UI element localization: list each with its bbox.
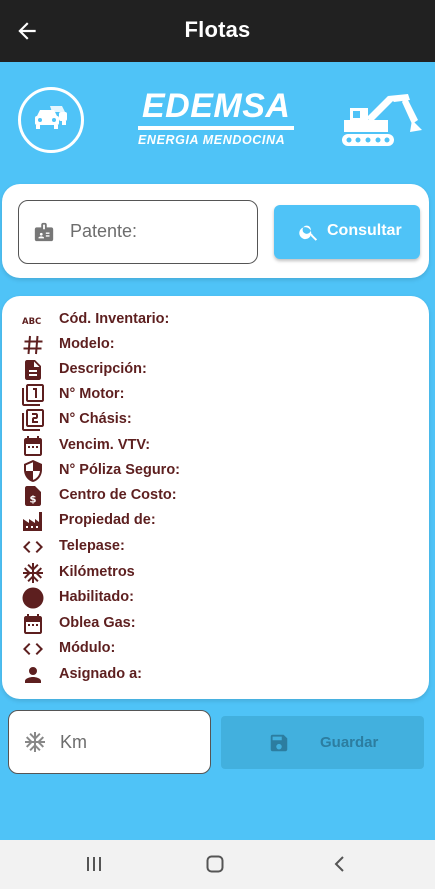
consultar-button[interactable]: Consultar	[274, 205, 420, 259]
km-placeholder: Km	[60, 732, 87, 752]
detail-label: Cód. Inventario:	[59, 311, 170, 327]
logo-divider	[138, 126, 294, 130]
person-icon	[25, 667, 41, 683]
patente-input[interactable]: Patente:	[18, 200, 258, 264]
detail-label: Propiedad de:	[59, 512, 156, 528]
detail-label: Kilómetros	[59, 564, 135, 580]
code-icon	[23, 643, 43, 655]
svg-text:$: $	[30, 495, 37, 506]
logo-sub-text: ENERGIA MENDOCINA	[138, 133, 286, 147]
code-icon	[23, 541, 43, 553]
detail-row-telepase: Telepase:	[2, 534, 422, 559]
filter-2-icon	[22, 409, 44, 431]
detail-row-oblea-gas: Oblea Gas:	[2, 611, 422, 636]
header-banner: EDEMSA ENERGIA MENDOCINA	[0, 62, 435, 182]
detail-row-vtv: Vencim. VTV:	[2, 433, 422, 458]
app-bar: Flotas	[0, 0, 435, 62]
shield-icon	[24, 460, 42, 482]
guardar-label: Guardar	[320, 734, 379, 751]
detail-row-kilometros: Kilómetros	[2, 560, 422, 585]
detail-row-cod-inventario: ABC Cód. Inventario:	[2, 307, 422, 332]
detail-row-motor: N° Motor:	[2, 382, 422, 407]
detail-row-asignado: Asignado a:	[2, 662, 422, 687]
detail-row-habilitado: Habilitado:	[2, 585, 422, 610]
logo-main-text: EDEMSA	[142, 87, 291, 125]
factory-icon	[23, 512, 42, 531]
snowflake-icon	[25, 732, 45, 752]
detail-label: Modelo:	[59, 336, 115, 352]
detail-label: N° Póliza Seguro:	[59, 462, 181, 478]
detail-label: Asignado a:	[59, 666, 142, 682]
detail-label: Descripción:	[59, 361, 147, 377]
detail-label: Centro de Costo:	[59, 487, 177, 503]
detail-row-centro-costo: $ Centro de Costo:	[2, 483, 422, 508]
km-input[interactable]: Km	[8, 710, 211, 774]
svg-text:ABC: ABC	[22, 317, 41, 327]
circle-icon	[22, 587, 44, 609]
detail-row-modelo: Modelo:	[2, 332, 422, 357]
document-icon	[25, 360, 41, 380]
page-title: Flotas	[184, 17, 251, 42]
back-nav-icon[interactable]	[330, 854, 350, 874]
abc-icon: ABC	[22, 317, 41, 327]
save-icon	[270, 734, 288, 752]
detail-label: Habilitado:	[59, 589, 134, 605]
detail-row-chasis: N° Chásis:	[2, 407, 422, 432]
search-icon	[299, 225, 318, 241]
filter-1-icon	[22, 384, 44, 406]
detail-label: Vencim. VTV:	[59, 437, 151, 453]
system-nav-bar	[0, 840, 435, 889]
detail-row-descripcion: Descripción:	[2, 357, 422, 382]
search-card: Patente: Consultar	[2, 184, 429, 278]
detail-label: N° Motor:	[59, 386, 125, 402]
detail-label: N° Chásis:	[59, 411, 132, 427]
car-icon	[18, 87, 84, 153]
detail-label: Módulo:	[59, 640, 116, 656]
cost-document-icon: $	[25, 486, 41, 506]
guardar-button[interactable]: Guardar	[221, 716, 424, 769]
detail-row-poliza: N° Póliza Seguro:	[2, 458, 422, 483]
detail-row-modulo: Módulo:	[2, 636, 422, 661]
patente-placeholder: Patente:	[70, 221, 138, 241]
hash-icon	[23, 335, 43, 355]
detail-label: Telepase:	[59, 538, 125, 554]
calendar-icon	[24, 614, 42, 634]
home-icon[interactable]	[205, 854, 225, 874]
consultar-label: Consultar	[327, 222, 402, 239]
badge-icon	[34, 222, 54, 242]
calendar-icon	[24, 436, 42, 456]
detail-row-propiedad: Propiedad de:	[2, 508, 422, 533]
recents-icon[interactable]	[84, 854, 104, 874]
snowflake-icon	[23, 563, 43, 583]
edemsa-logo: EDEMSA ENERGIA MENDOCINA	[136, 88, 298, 152]
excavator-icon	[342, 94, 422, 146]
main-content: EDEMSA ENERGIA MENDOCINA Patente: Consul…	[0, 62, 435, 840]
details-card: ABC Cód. Inventario: Modelo: Descripción…	[2, 296, 429, 699]
detail-label: Oblea Gas:	[59, 615, 136, 631]
